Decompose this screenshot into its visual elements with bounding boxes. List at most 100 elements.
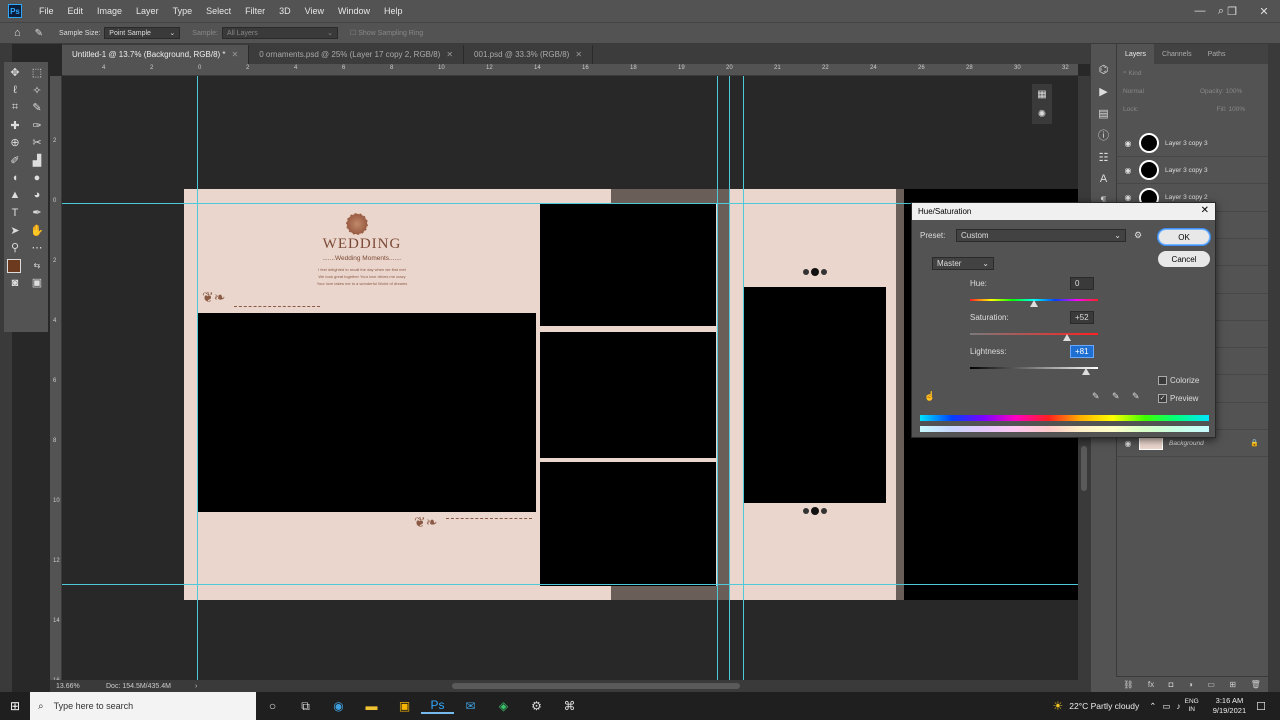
mail-icon[interactable]: ✉ bbox=[454, 699, 487, 713]
layers-scrollbar[interactable] bbox=[1268, 44, 1280, 692]
task-view-icon[interactable]: ⧉ bbox=[289, 699, 322, 714]
lightness-input[interactable]: +81 bbox=[1070, 345, 1094, 358]
network-icon[interactable]: ▭ bbox=[1162, 701, 1170, 712]
blend-mode-select[interactable]: Normal bbox=[1123, 88, 1144, 95]
weather-text[interactable]: 22°C Partly cloudy bbox=[1069, 701, 1139, 711]
pen-tool-icon[interactable]: ▲ bbox=[4, 187, 26, 205]
maximize-icon[interactable]: ❐ bbox=[1216, 5, 1248, 18]
menu-layer[interactable]: Layer bbox=[129, 6, 166, 16]
adjustment-layer-icon[interactable]: ◑ bbox=[1188, 680, 1193, 689]
app-icon[interactable]: ⚙ bbox=[520, 699, 553, 713]
guide-vertical[interactable] bbox=[743, 76, 744, 680]
menu-select[interactable]: Select bbox=[199, 6, 238, 16]
brush-tool-icon[interactable]: ✑ bbox=[26, 117, 48, 135]
windows-start-icon[interactable]: ⊞ bbox=[0, 699, 30, 713]
close-icon[interactable]: ✕ bbox=[232, 50, 239, 59]
minimize-icon[interactable]: — bbox=[1184, 5, 1216, 17]
close-icon[interactable]: ✕ bbox=[1201, 205, 1209, 216]
history-icon[interactable]: ⌬ bbox=[1091, 58, 1116, 80]
menu-image[interactable]: Image bbox=[90, 6, 129, 16]
guide-vertical[interactable] bbox=[729, 76, 730, 680]
quick-mask-icon[interactable]: ◙ bbox=[4, 274, 26, 292]
store-icon[interactable]: ▣ bbox=[388, 699, 421, 713]
menu-edit[interactable]: Edit bbox=[61, 6, 91, 16]
edge-icon[interactable]: ◉ bbox=[322, 699, 355, 713]
lasso-tool-icon[interactable]: ℓ bbox=[4, 82, 26, 100]
tab-untitled-1[interactable]: Untitled-1 @ 13.7% (Background, RGB/8) *… bbox=[62, 45, 250, 64]
hue-input[interactable]: 0 bbox=[1070, 277, 1094, 290]
chevron-right-icon[interactable]: › bbox=[195, 683, 197, 690]
fx-icon[interactable]: fx bbox=[1148, 680, 1154, 689]
taskbar-search[interactable]: ⌕ Type here to search bbox=[30, 692, 256, 720]
tab-channels[interactable]: Channels bbox=[1154, 51, 1200, 58]
notification-icon[interactable]: ☐ bbox=[1256, 700, 1266, 713]
app-icon[interactable]: ⌘ bbox=[553, 699, 586, 713]
type-tool-icon[interactable]: T bbox=[4, 204, 26, 222]
saturation-slider-thumb[interactable] bbox=[1063, 334, 1072, 341]
foreground-color-swatch[interactable] bbox=[7, 258, 21, 273]
marquee-tool-icon[interactable]: ⬚ bbox=[26, 64, 48, 82]
menu-window[interactable]: Window bbox=[331, 6, 377, 16]
character-icon[interactable]: A bbox=[1091, 168, 1116, 190]
saturation-input[interactable]: +52 bbox=[1070, 311, 1094, 324]
scrollbar-thumb[interactable] bbox=[1081, 446, 1087, 491]
new-layer-icon[interactable]: ⊞ bbox=[1229, 680, 1236, 689]
close-icon[interactable]: ✕ bbox=[575, 50, 582, 59]
menu-filter[interactable]: Filter bbox=[238, 6, 272, 16]
healing-tool-icon[interactable]: ✚ bbox=[4, 117, 26, 135]
history-brush-icon[interactable]: ✂ bbox=[26, 134, 48, 152]
weather-icon[interactable]: ☀ bbox=[1052, 699, 1063, 713]
path-select-icon[interactable]: ✒ bbox=[26, 204, 48, 222]
chevron-up-icon[interactable]: ⌃ bbox=[1149, 701, 1156, 712]
eye-icon[interactable]: ◉ bbox=[1117, 439, 1139, 448]
target-adjust-hand-icon[interactable]: ☝ bbox=[924, 391, 935, 402]
sample-select[interactable]: All Layers ⌄ bbox=[221, 27, 338, 39]
tab-paths[interactable]: Paths bbox=[1200, 51, 1234, 58]
stamp-tool-icon[interactable]: ⊕ bbox=[4, 134, 26, 152]
file-explorer-icon[interactable]: ▬ bbox=[355, 699, 388, 713]
menu-type[interactable]: Type bbox=[166, 6, 200, 16]
canvas-scrollbar-horizontal[interactable] bbox=[452, 683, 740, 689]
link-icon[interactable]: ⛓ bbox=[1123, 680, 1133, 689]
zoom-tool-icon[interactable]: ⚲ bbox=[4, 239, 26, 257]
volume-icon[interactable]: ♪ bbox=[1176, 701, 1180, 711]
tab-layers[interactable]: Layers bbox=[1117, 44, 1155, 64]
app-icon[interactable]: ◈ bbox=[487, 699, 520, 713]
preset-select[interactable]: Custom ⌄ bbox=[956, 229, 1126, 242]
photoshop-taskbar-icon[interactable]: Ps bbox=[421, 698, 454, 714]
show-ring-checkbox[interactable]: ☐ Show Sampling Ring bbox=[350, 29, 423, 37]
clock[interactable]: 3:16 AM 9/19/2021 bbox=[1213, 696, 1246, 716]
lock-icon[interactable]: 🔒 bbox=[1250, 439, 1259, 447]
layer-row[interactable]: ◉ Layer 3 copy 3 bbox=[1117, 157, 1269, 185]
guide-vertical[interactable] bbox=[197, 76, 198, 680]
eyedropper-minus-icon[interactable]: ✎ bbox=[1132, 391, 1140, 402]
eyedropper-plus-icon[interactable]: ✎ bbox=[1112, 391, 1120, 402]
tab-ornaments[interactable]: 0 ornaments.psd @ 25% (Layer 17 copy 2, … bbox=[249, 45, 465, 64]
trash-icon[interactable]: 🗑 bbox=[1251, 680, 1261, 689]
eye-icon[interactable]: ◉ bbox=[1117, 139, 1139, 148]
eye-icon[interactable]: ◉ bbox=[1117, 166, 1139, 175]
magic-wand-tool-icon[interactable]: ✧ bbox=[26, 82, 48, 100]
lightness-slider-thumb[interactable] bbox=[1081, 368, 1090, 375]
gear-icon[interactable]: ⚙ bbox=[1134, 230, 1142, 241]
menu-view[interactable]: View bbox=[298, 6, 331, 16]
channel-select[interactable]: Master ⌄ bbox=[932, 257, 994, 270]
menu-help[interactable]: Help bbox=[377, 6, 410, 16]
menu-file[interactable]: File bbox=[32, 6, 61, 16]
color-swatches[interactable] bbox=[4, 257, 27, 280]
home-icon[interactable]: ⌂ bbox=[14, 27, 21, 39]
more-tools-icon[interactable]: ⋯ bbox=[26, 239, 48, 257]
sample-size-select[interactable]: Point Sample ⌄ bbox=[104, 27, 181, 39]
kind-filter[interactable]: Kind bbox=[1128, 70, 1141, 77]
opacity-value[interactable]: 100% bbox=[1226, 88, 1243, 95]
shape-tool-icon[interactable]: ◕ bbox=[26, 187, 48, 205]
gradient-tool-icon[interactable]: ▟ bbox=[26, 152, 48, 170]
direct-select-icon[interactable]: ➤ bbox=[4, 222, 26, 240]
fill-value[interactable]: 100% bbox=[1228, 106, 1245, 113]
brightness-icon[interactable]: ✺ bbox=[1032, 104, 1052, 124]
folder-icon[interactable]: ▭ bbox=[1207, 680, 1215, 689]
guide-vertical[interactable] bbox=[717, 76, 718, 680]
blur-tool-icon[interactable]: ◖ bbox=[4, 169, 26, 187]
tab-001[interactable]: 001.psd @ 33.3% (RGB/8) ✕ bbox=[464, 45, 594, 64]
colorize-checkbox[interactable] bbox=[1158, 376, 1167, 385]
